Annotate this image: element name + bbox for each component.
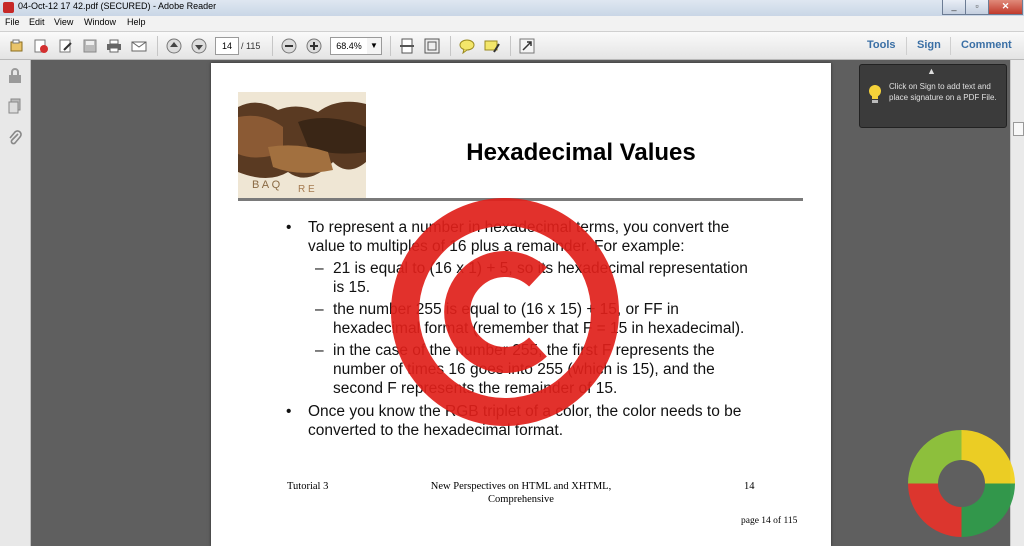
next-page-icon[interactable]: [190, 37, 208, 55]
navigation-panel: [0, 60, 31, 546]
bullet-dot: •: [286, 403, 292, 420]
create-pdf-icon[interactable]: [32, 37, 50, 55]
menu-window[interactable]: Window: [84, 17, 116, 27]
sign-tooltip: ▲ Click on Sign to add text and place si…: [859, 64, 1007, 128]
chevron-up-icon[interactable]: ▲: [927, 66, 936, 76]
prev-page-icon[interactable]: [165, 37, 183, 55]
toolbar: 14 / 115 68.4% ▼ Tools Sign Comment: [0, 32, 1024, 60]
sub-dash: –: [315, 260, 324, 277]
tools-button[interactable]: Tools: [867, 39, 896, 51]
full-screen-icon[interactable]: [423, 37, 441, 55]
adobe-reader-icon: [3, 2, 14, 13]
attachment-icon[interactable]: [8, 130, 22, 149]
color-ring-logo: [908, 430, 1015, 537]
page-number-input[interactable]: 14: [215, 37, 239, 55]
menu-bar: File Edit View Window Help: [0, 16, 1024, 32]
page-total: / 115: [241, 41, 261, 51]
sign-button[interactable]: Sign: [917, 39, 941, 51]
menu-help[interactable]: Help: [127, 17, 146, 27]
scrollbar-thumb[interactable]: [1013, 122, 1024, 136]
email-icon[interactable]: [130, 37, 148, 55]
svg-text:B A Q: B A Q: [252, 179, 281, 191]
lightbulb-icon: [869, 85, 881, 103]
edit-icon[interactable]: [57, 37, 75, 55]
save-icon[interactable]: [81, 37, 99, 55]
open-icon[interactable]: [8, 37, 26, 55]
maximize-button[interactable]: ▫: [965, 0, 989, 15]
footer-center-line1: New Perspectives on HTML and XHTML,: [430, 481, 612, 492]
sub-dash: –: [315, 301, 324, 318]
footer-center-line2: Comprehensive: [488, 494, 554, 505]
print-icon[interactable]: [105, 37, 123, 55]
highlight-icon[interactable]: [483, 37, 501, 55]
close-button[interactable]: ✕: [988, 0, 1023, 15]
window-title: 04-Oct-12 17 42.pdf (SECURED) - Adobe Re…: [18, 1, 217, 11]
comment-button[interactable]: Comment: [961, 39, 1012, 51]
copyright-watermark: [391, 198, 619, 426]
minimize-button[interactable]: _: [942, 0, 966, 15]
footer-page-label: page 14 of 115: [741, 516, 798, 526]
title-bar: 04-Oct-12 17 42.pdf (SECURED) - Adobe Re…: [0, 0, 1024, 17]
expand-icon[interactable]: [518, 37, 536, 55]
sub1-line2: is 15.: [333, 279, 371, 296]
menu-edit[interactable]: Edit: [29, 17, 45, 27]
sub-dash: –: [315, 342, 324, 359]
pages-icon[interactable]: [8, 98, 22, 117]
svg-text:R E: R E: [298, 184, 315, 195]
fit-page-icon[interactable]: [398, 37, 416, 55]
zoom-level-input[interactable]: 68.4%: [330, 37, 368, 55]
comment-icon[interactable]: [458, 37, 476, 55]
zoom-out-icon[interactable]: [280, 37, 298, 55]
bullet-dot: •: [286, 219, 292, 236]
lock-icon[interactable]: [8, 68, 22, 87]
letters-image: B A Q R E: [238, 92, 366, 199]
tooltip-text: Click on Sign to add text and place sign…: [889, 82, 997, 102]
footer-left: Tutorial 3: [287, 481, 329, 492]
chevron-down-icon[interactable]: ▼: [367, 37, 382, 55]
footer-slide-number: 14: [744, 481, 755, 492]
menu-view[interactable]: View: [54, 17, 73, 27]
zoom-in-icon[interactable]: [305, 37, 323, 55]
menu-file[interactable]: File: [5, 17, 20, 27]
slide-title: Hexadecimal Values: [466, 139, 696, 166]
